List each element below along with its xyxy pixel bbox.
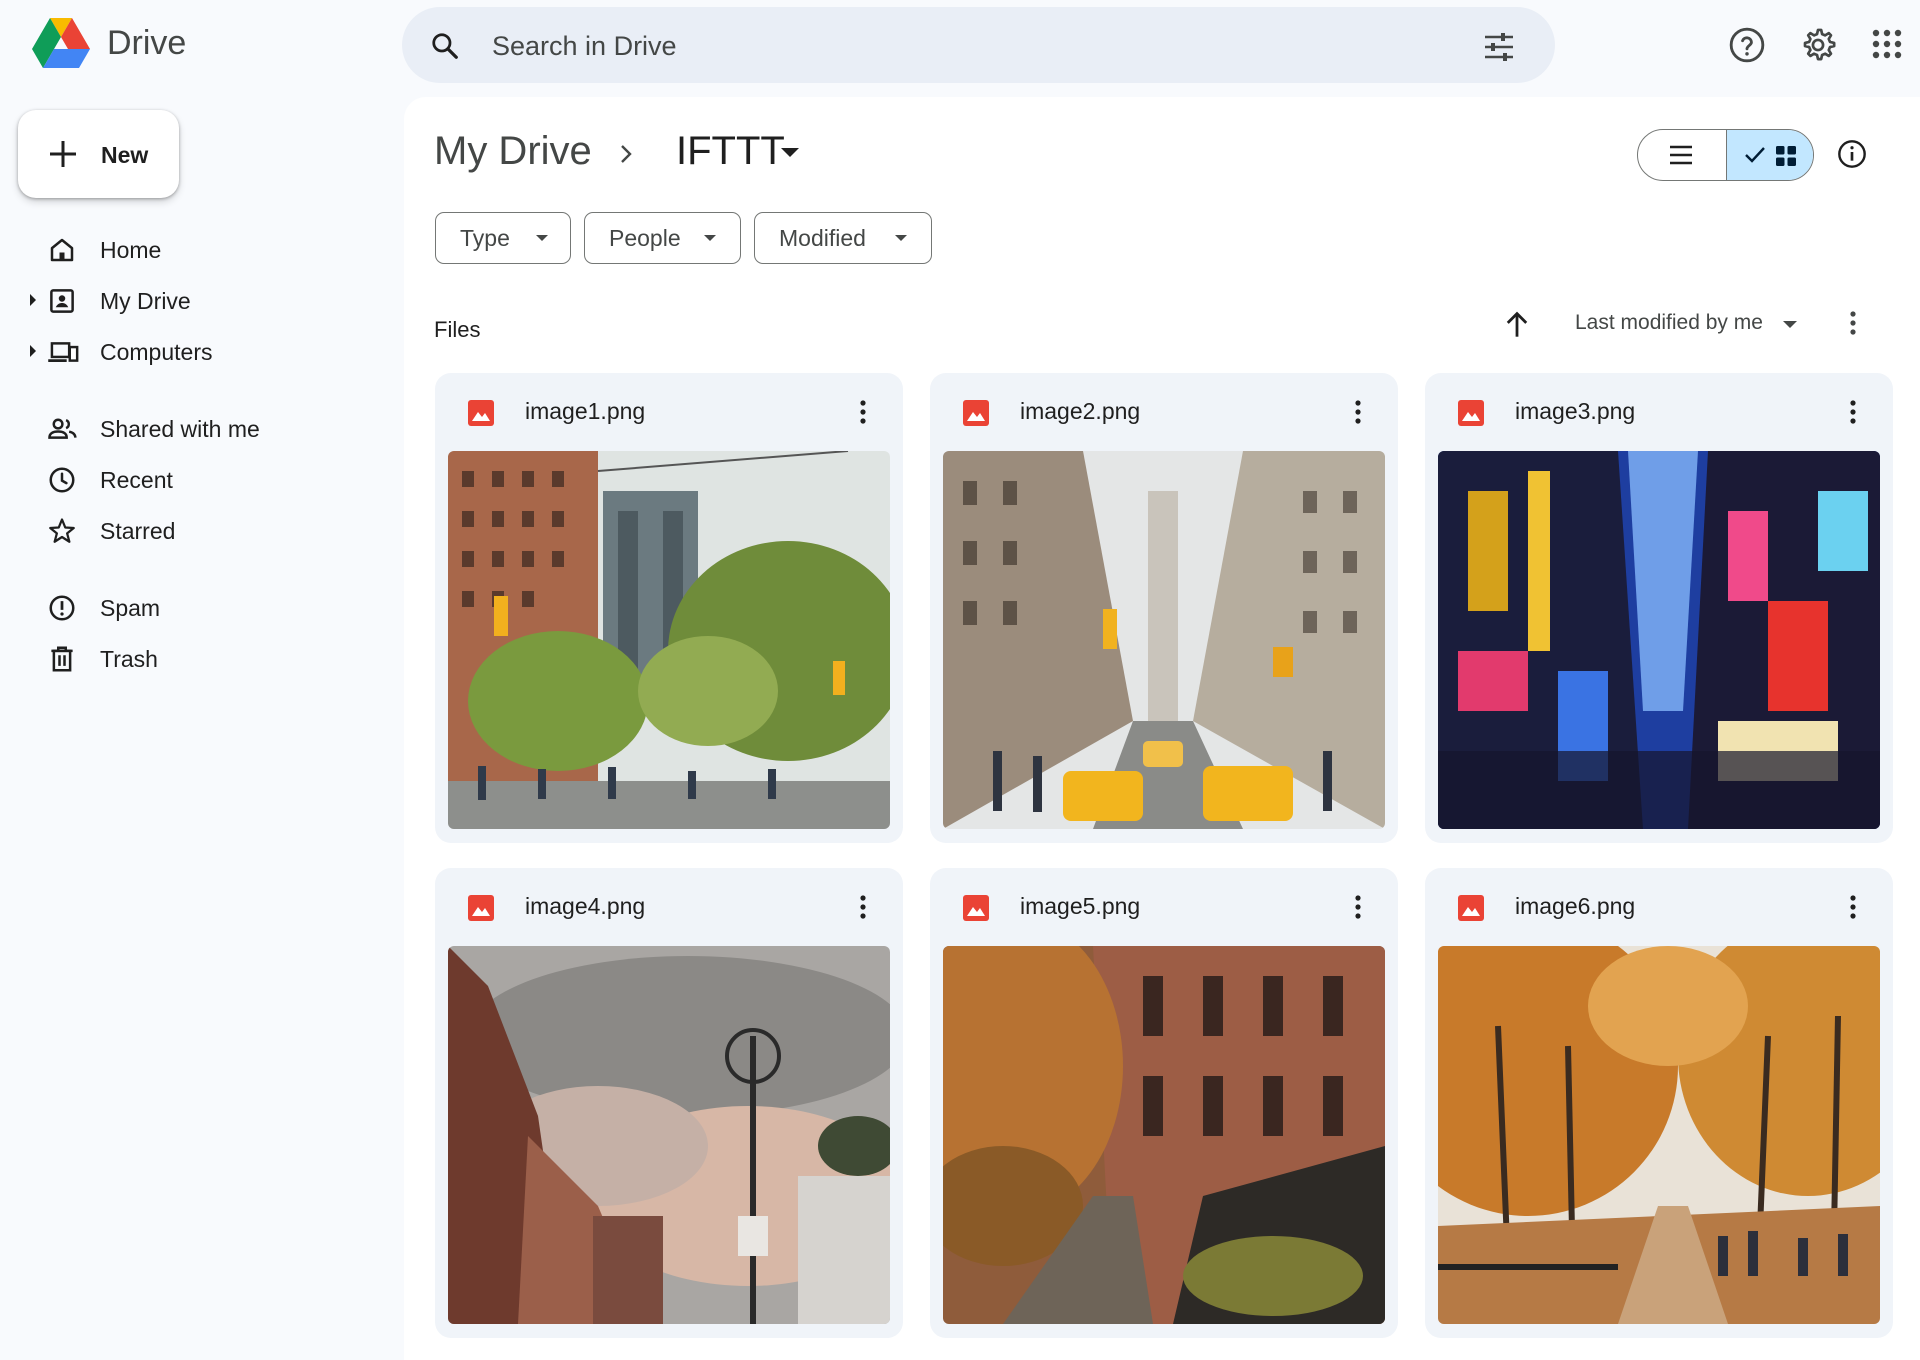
sidebar-item-computers[interactable]: Computers <box>0 330 390 374</box>
sidebar-item-label: Spam <box>100 595 161 621</box>
sidebar-item-label: Computers <box>100 339 213 365</box>
sidebar-item-home[interactable]: Home <box>0 228 390 272</box>
clock-icon <box>47 465 77 495</box>
search-input[interactable]: Search in Drive <box>492 31 677 62</box>
more-vert-icon[interactable] <box>1354 894 1362 920</box>
folder-menu-caret-icon[interactable] <box>781 148 799 157</box>
file-name[interactable]: image4.png <box>525 893 645 920</box>
sidebar-item-label: Recent <box>100 467 173 493</box>
image-file-icon <box>962 399 990 427</box>
sidebar-item-spam[interactable]: Spam <box>0 586 390 630</box>
sort-option[interactable]: Last modified by me <box>1575 311 1763 335</box>
file-card[interactable]: image6.png <box>1425 868 1893 1338</box>
chevron-right-icon <box>617 141 635 167</box>
file-name[interactable]: image2.png <box>1020 398 1140 425</box>
more-vert-icon[interactable] <box>1849 894 1857 920</box>
image-file-icon <box>467 399 495 427</box>
image-file-icon <box>1457 894 1485 922</box>
file-thumbnail[interactable] <box>1438 946 1880 1324</box>
more-vert-icon[interactable] <box>1849 310 1857 336</box>
sidebar-item-trash[interactable]: Trash <box>0 637 390 681</box>
file-card[interactable]: image5.png <box>930 868 1398 1338</box>
grid-icon <box>1774 144 1798 168</box>
plus-icon <box>48 139 78 169</box>
filter-people[interactable]: People <box>584 212 741 264</box>
filter-label: Modified <box>779 225 866 251</box>
main-panel: My Drive IFTTT Type People Modified File… <box>404 97 1920 1360</box>
breadcrumb-root[interactable]: My Drive <box>434 129 592 174</box>
filter-label: People <box>609 225 681 251</box>
list-view-button[interactable] <box>1638 130 1726 180</box>
home-icon <box>47 235 77 265</box>
dropdown-caret-icon <box>536 235 548 241</box>
filter-label: Type <box>460 225 510 251</box>
dropdown-caret-icon <box>704 235 716 241</box>
spam-icon <box>47 593 77 623</box>
apps-grid-icon[interactable] <box>1872 29 1902 59</box>
new-button-label: New <box>101 142 149 168</box>
sidebar-item-label: Trash <box>100 646 158 672</box>
filter-modified[interactable]: Modified <box>754 212 932 264</box>
file-name[interactable]: image6.png <box>1515 893 1635 920</box>
sidebar-item-my-drive[interactable]: My Drive <box>0 279 390 323</box>
sort-caret-icon[interactable] <box>1783 321 1797 328</box>
file-thumbnail[interactable] <box>1438 451 1880 829</box>
list-icon <box>1670 145 1692 165</box>
view-toggle <box>1637 129 1814 181</box>
grid-view-button[interactable] <box>1726 130 1813 180</box>
trash-icon <box>47 644 77 674</box>
image-file-icon <box>1457 399 1485 427</box>
more-vert-icon[interactable] <box>1849 399 1857 425</box>
expand-arrow-icon[interactable] <box>30 345 36 357</box>
file-card[interactable]: image1.png <box>435 373 903 843</box>
sidebar-item-label: Home <box>100 237 162 263</box>
app-brand: Drive <box>107 24 187 62</box>
top-bar: Drive Search in Drive <box>0 0 1920 92</box>
file-name[interactable]: image3.png <box>1515 398 1635 425</box>
star-icon <box>47 516 77 546</box>
more-vert-icon[interactable] <box>859 894 867 920</box>
sidebar-item-recent[interactable]: Recent <box>0 458 390 502</box>
file-thumbnail[interactable] <box>943 946 1385 1324</box>
drive-logo-icon[interactable] <box>30 16 92 72</box>
file-thumbnail[interactable] <box>448 451 890 829</box>
more-vert-icon[interactable] <box>1354 399 1362 425</box>
file-thumbnail[interactable] <box>448 946 890 1324</box>
more-vert-icon[interactable] <box>859 399 867 425</box>
sort-direction-arrow-up-icon[interactable] <box>1503 309 1531 339</box>
sidebar-item-shared-with-me[interactable]: Shared with me <box>0 407 390 451</box>
search-bar[interactable]: Search in Drive <box>402 7 1555 83</box>
files-heading: Files <box>434 317 481 342</box>
sidebar-item-label: My Drive <box>100 288 191 314</box>
search-options-icon[interactable] <box>1483 33 1515 61</box>
expand-arrow-icon[interactable] <box>30 294 36 306</box>
checkmark-icon <box>1743 144 1767 166</box>
sidebar-item-label: Starred <box>100 518 176 544</box>
new-button[interactable]: New <box>18 110 179 198</box>
image-file-icon <box>467 894 495 922</box>
people-icon <box>47 414 79 444</box>
image-file-icon <box>962 894 990 922</box>
dropdown-caret-icon <box>895 235 907 241</box>
settings-gear-icon[interactable] <box>1799 26 1837 64</box>
file-name[interactable]: image5.png <box>1020 893 1140 920</box>
file-card[interactable]: image4.png <box>435 868 903 1338</box>
file-name[interactable]: image1.png <box>525 398 645 425</box>
file-card[interactable]: image3.png <box>1425 373 1893 843</box>
file-thumbnail[interactable] <box>943 451 1385 829</box>
filter-type[interactable]: Type <box>435 212 571 264</box>
sidebar-item-label: Shared with me <box>100 416 260 442</box>
search-icon[interactable] <box>430 31 460 61</box>
file-card[interactable]: image2.png <box>930 373 1398 843</box>
info-icon[interactable] <box>1836 138 1868 170</box>
my-drive-icon <box>47 286 77 316</box>
help-icon[interactable] <box>1728 26 1766 64</box>
computers-icon <box>47 337 79 367</box>
breadcrumb-current[interactable]: IFTTT <box>676 129 785 174</box>
sidebar-item-starred[interactable]: Starred <box>0 509 390 553</box>
